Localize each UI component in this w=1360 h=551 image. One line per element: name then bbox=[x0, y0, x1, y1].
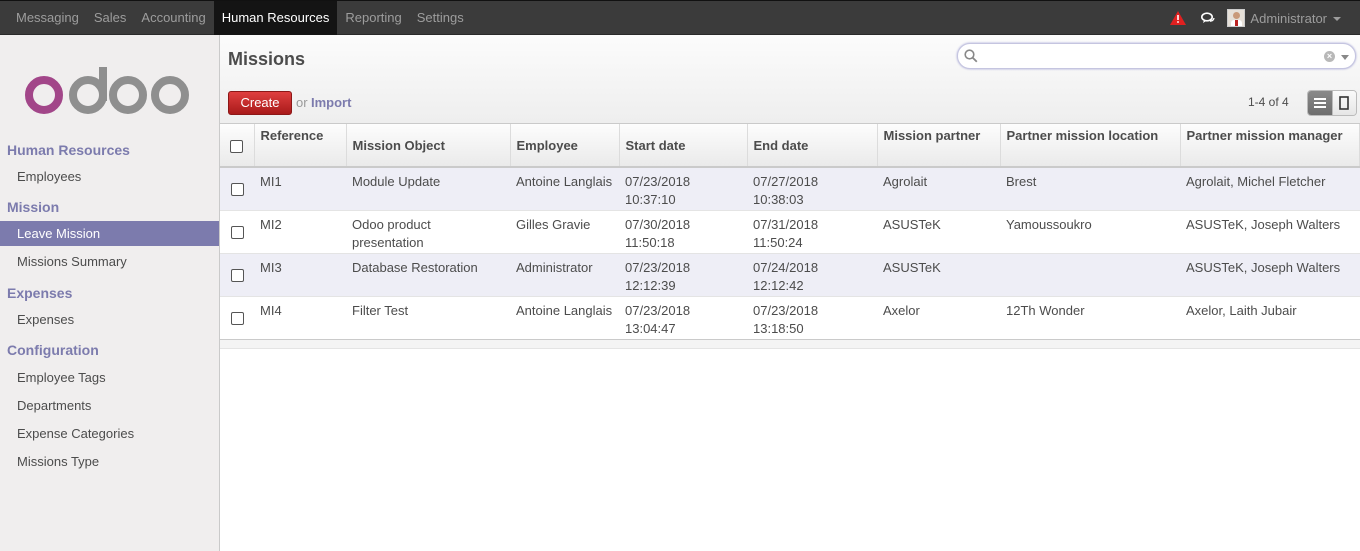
sidebar-section-mission: Mission bbox=[7, 199, 60, 215]
sidebar-section-expenses: Expenses bbox=[7, 285, 73, 301]
clear-search-icon[interactable]: × bbox=[1324, 51, 1335, 62]
main-content: Missions × Create or Import 1-4 of 4 Ref… bbox=[220, 35, 1360, 551]
table-cell: MI2 bbox=[254, 210, 346, 254]
menu-sales[interactable]: Sales bbox=[87, 1, 134, 35]
odoo-logo[interactable] bbox=[25, 67, 193, 115]
row-checkbox[interactable] bbox=[230, 182, 244, 196]
select-all-checkbox-cell[interactable] bbox=[220, 124, 255, 168]
column-header[interactable]: Partner mission manager bbox=[1180, 124, 1360, 168]
table-cell: Filter Test bbox=[346, 296, 510, 340]
table-cell: Gilles Gravie bbox=[510, 210, 619, 254]
table-row[interactable]: MI3 Database Restoration Administrator 0… bbox=[220, 253, 1360, 297]
table-row[interactable]: MI2 Odoo product presentation Gilles Gra… bbox=[220, 210, 1360, 254]
user-menu-caret-icon[interactable] bbox=[1333, 17, 1341, 21]
view-switcher bbox=[1307, 90, 1357, 116]
row-checkbox[interactable] bbox=[230, 268, 244, 282]
sidebar-item-missions-summary[interactable]: Missions Summary bbox=[0, 249, 219, 274]
table-row[interactable]: MI4 Filter Test Antoine Langlais 07/23/2… bbox=[220, 296, 1360, 340]
table-cell: MI3 bbox=[254, 253, 346, 297]
menu-settings[interactable]: Settings bbox=[410, 1, 471, 35]
table-cell: Axelor, Laith Jubair bbox=[1180, 296, 1360, 340]
table-cell: ASUSTeK bbox=[877, 210, 1000, 254]
table-cell: Brest bbox=[1000, 167, 1180, 211]
table-cell: 07/23/2018 12:12:39 bbox=[619, 253, 747, 297]
sidebar-item-employees[interactable]: Employees bbox=[0, 164, 219, 189]
select-all-checkbox[interactable] bbox=[230, 139, 244, 153]
table-cell: Odoo product presentation bbox=[346, 210, 510, 254]
sidebar-item-employee-tags[interactable]: Employee Tags bbox=[0, 365, 219, 390]
table-cell: Agrolait, Michel Fletcher bbox=[1180, 167, 1360, 211]
search-box[interactable]: × bbox=[957, 43, 1356, 69]
table-cell: 07/23/2018 13:04:47 bbox=[619, 296, 747, 340]
row-checkbox-cell[interactable] bbox=[220, 296, 254, 340]
sidebar-item-leave-mission[interactable]: Leave Mission bbox=[0, 221, 219, 246]
table-cell: 07/27/2018 10:38:03 bbox=[747, 167, 877, 211]
table-cell: Module Update bbox=[346, 167, 510, 211]
table-cell: 07/23/2018 10:37:10 bbox=[619, 167, 747, 211]
row-checkbox-cell[interactable] bbox=[220, 253, 254, 297]
sidebar-item-expenses[interactable]: Expenses bbox=[0, 307, 219, 332]
or-label: or bbox=[296, 95, 308, 110]
table-header-row: Reference Mission Object Employee Start … bbox=[220, 124, 1360, 168]
missions-table: Reference Mission Object Employee Start … bbox=[220, 124, 1360, 340]
warning-icon[interactable] bbox=[1170, 11, 1187, 25]
search-options-caret-icon[interactable] bbox=[1341, 55, 1349, 60]
table-cell bbox=[1000, 253, 1180, 297]
column-header[interactable]: Employee bbox=[510, 124, 620, 168]
sidebar: Human Resources Employees Mission Leave … bbox=[0, 35, 220, 551]
menu-messaging[interactable]: Messaging bbox=[9, 1, 86, 35]
column-header[interactable]: End date bbox=[747, 124, 878, 168]
menu-reporting[interactable]: Reporting bbox=[338, 1, 408, 35]
row-checkbox[interactable] bbox=[230, 311, 244, 325]
column-header[interactable]: Start date bbox=[619, 124, 748, 168]
menu-accounting[interactable]: Accounting bbox=[134, 1, 212, 35]
column-header[interactable]: Mission partner bbox=[877, 124, 1001, 168]
sidebar-item-expense-categories[interactable]: Expense Categories bbox=[0, 421, 219, 446]
table-cell: ASUSTeK, Joseph Walters bbox=[1180, 210, 1360, 254]
page-title: Missions bbox=[228, 49, 306, 69]
user-menu-label[interactable]: Administrator bbox=[1250, 11, 1327, 26]
table-cell: Database Restoration bbox=[346, 253, 510, 297]
table-cell: 07/23/2018 13:18:50 bbox=[747, 296, 877, 340]
top-menu: Messaging Sales Accounting Human Resourc… bbox=[0, 1, 471, 35]
menu-human-resources[interactable]: Human Resources bbox=[213, 1, 338, 35]
column-header[interactable]: Partner mission location bbox=[1000, 124, 1181, 168]
create-button[interactable]: Create bbox=[228, 91, 292, 115]
row-checkbox[interactable] bbox=[230, 225, 244, 239]
table-footer bbox=[220, 339, 1360, 349]
column-header[interactable]: Mission Object bbox=[346, 124, 511, 168]
form-view-icon[interactable] bbox=[1331, 91, 1356, 115]
table-cell: Antoine Langlais bbox=[510, 296, 619, 340]
sidebar-item-missions-type[interactable]: Missions Type bbox=[0, 449, 219, 474]
search-icon bbox=[964, 49, 978, 66]
table-row[interactable]: MI1 Module Update Antoine Langlais 07/23… bbox=[220, 167, 1360, 211]
table-cell: Axelor bbox=[877, 296, 1000, 340]
table-cell: Administrator bbox=[510, 253, 619, 297]
sidebar-item-departments[interactable]: Departments bbox=[0, 393, 219, 418]
topbar-right: Administrator bbox=[1170, 1, 1360, 35]
table-cell: Agrolait bbox=[877, 167, 1000, 211]
table-cell: ASUSTeK, Joseph Walters bbox=[1180, 253, 1360, 297]
table-cell: Yamoussoukro bbox=[1000, 210, 1180, 254]
list-view-icon[interactable] bbox=[1308, 91, 1332, 115]
sidebar-section-human-resources: Human Resources bbox=[7, 142, 130, 158]
row-checkbox-cell[interactable] bbox=[220, 210, 254, 254]
table-cell: 12Th Wonder bbox=[1000, 296, 1180, 340]
table-cell: 07/30/2018 11:50:18 bbox=[619, 210, 747, 254]
chat-icon[interactable] bbox=[1201, 12, 1216, 24]
row-checkbox-cell[interactable] bbox=[220, 167, 254, 211]
sidebar-section-configuration: Configuration bbox=[7, 342, 99, 358]
table-cell: MI1 bbox=[254, 167, 346, 211]
table-cell: 07/31/2018 11:50:24 bbox=[747, 210, 877, 254]
import-link[interactable]: Import bbox=[311, 95, 351, 110]
control-panel: Missions × Create or Import 1-4 of 4 bbox=[220, 35, 1360, 124]
table-cell: ASUSTeK bbox=[877, 253, 1000, 297]
table-cell: Antoine Langlais bbox=[510, 167, 619, 211]
table-cell: 07/24/2018 12:12:42 bbox=[747, 253, 877, 297]
pager-value[interactable]: 1-4 of 4 bbox=[1248, 95, 1289, 109]
table-cell: MI4 bbox=[254, 296, 346, 340]
top-navbar: Messaging Sales Accounting Human Resourc… bbox=[0, 0, 1360, 35]
column-header[interactable]: Reference bbox=[254, 124, 347, 168]
user-avatar[interactable] bbox=[1227, 9, 1246, 27]
